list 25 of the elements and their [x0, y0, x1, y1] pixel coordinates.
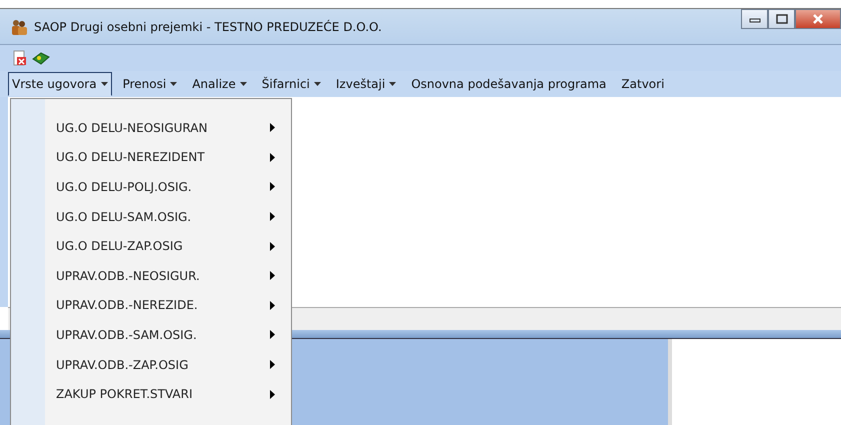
menu-item[interactable]: Prenosi: [118, 72, 182, 96]
menu-option[interactable]: UPRAV.ODB.-ZAP.OSIG: [11, 350, 291, 380]
menu-option[interactable]: UPRAV.ODB.-SAM.OSIG.: [11, 320, 291, 350]
menu-item[interactable]: Analize: [188, 72, 251, 96]
menu-option[interactable]: UG.O DELU-SAM.OSIG.: [11, 202, 291, 232]
window-title: SAOP Drugi osebni prejemki - TESTNO PREDUZEĆE D.O.O.: [34, 20, 382, 34]
menu-option[interactable]: UG.O DELU-NEREZIDENT: [11, 142, 291, 172]
menu-item[interactable]: Izveštaji: [332, 72, 400, 96]
menu-option[interactable]: UG.O DELU-POLJ.OSIG.: [11, 172, 291, 202]
people-icon: [10, 18, 28, 36]
minimize-button[interactable]: [741, 9, 768, 29]
close-document-icon[interactable]: [12, 50, 28, 66]
menu-item[interactable]: Vrste ugovora: [8, 72, 112, 96]
menu-option[interactable]: UPRAV.ODB.-NEOSIGUR.: [11, 260, 291, 291]
menu-item[interactable]: Osnovna podešavanja programa: [407, 72, 610, 96]
menu-option[interactable]: UPRAV.ODB.-NEREZIDE.: [11, 290, 291, 320]
menu-option[interactable]: UG.O DELU-NEOSIGURAN: [11, 113, 291, 143]
menu-item[interactable]: Zatvori: [617, 72, 668, 96]
menu-option[interactable]: UG.O DELU-ZAP.OSIG: [11, 231, 291, 261]
maximize-button[interactable]: [768, 9, 795, 29]
close-button[interactable]: [795, 9, 841, 29]
menu-item[interactable]: Šifarnici: [258, 72, 325, 96]
menu-option[interactable]: ZAKUP POKRET.STVARI: [11, 379, 291, 409]
close-icon: [812, 14, 824, 24]
maximize-icon: [776, 14, 788, 24]
